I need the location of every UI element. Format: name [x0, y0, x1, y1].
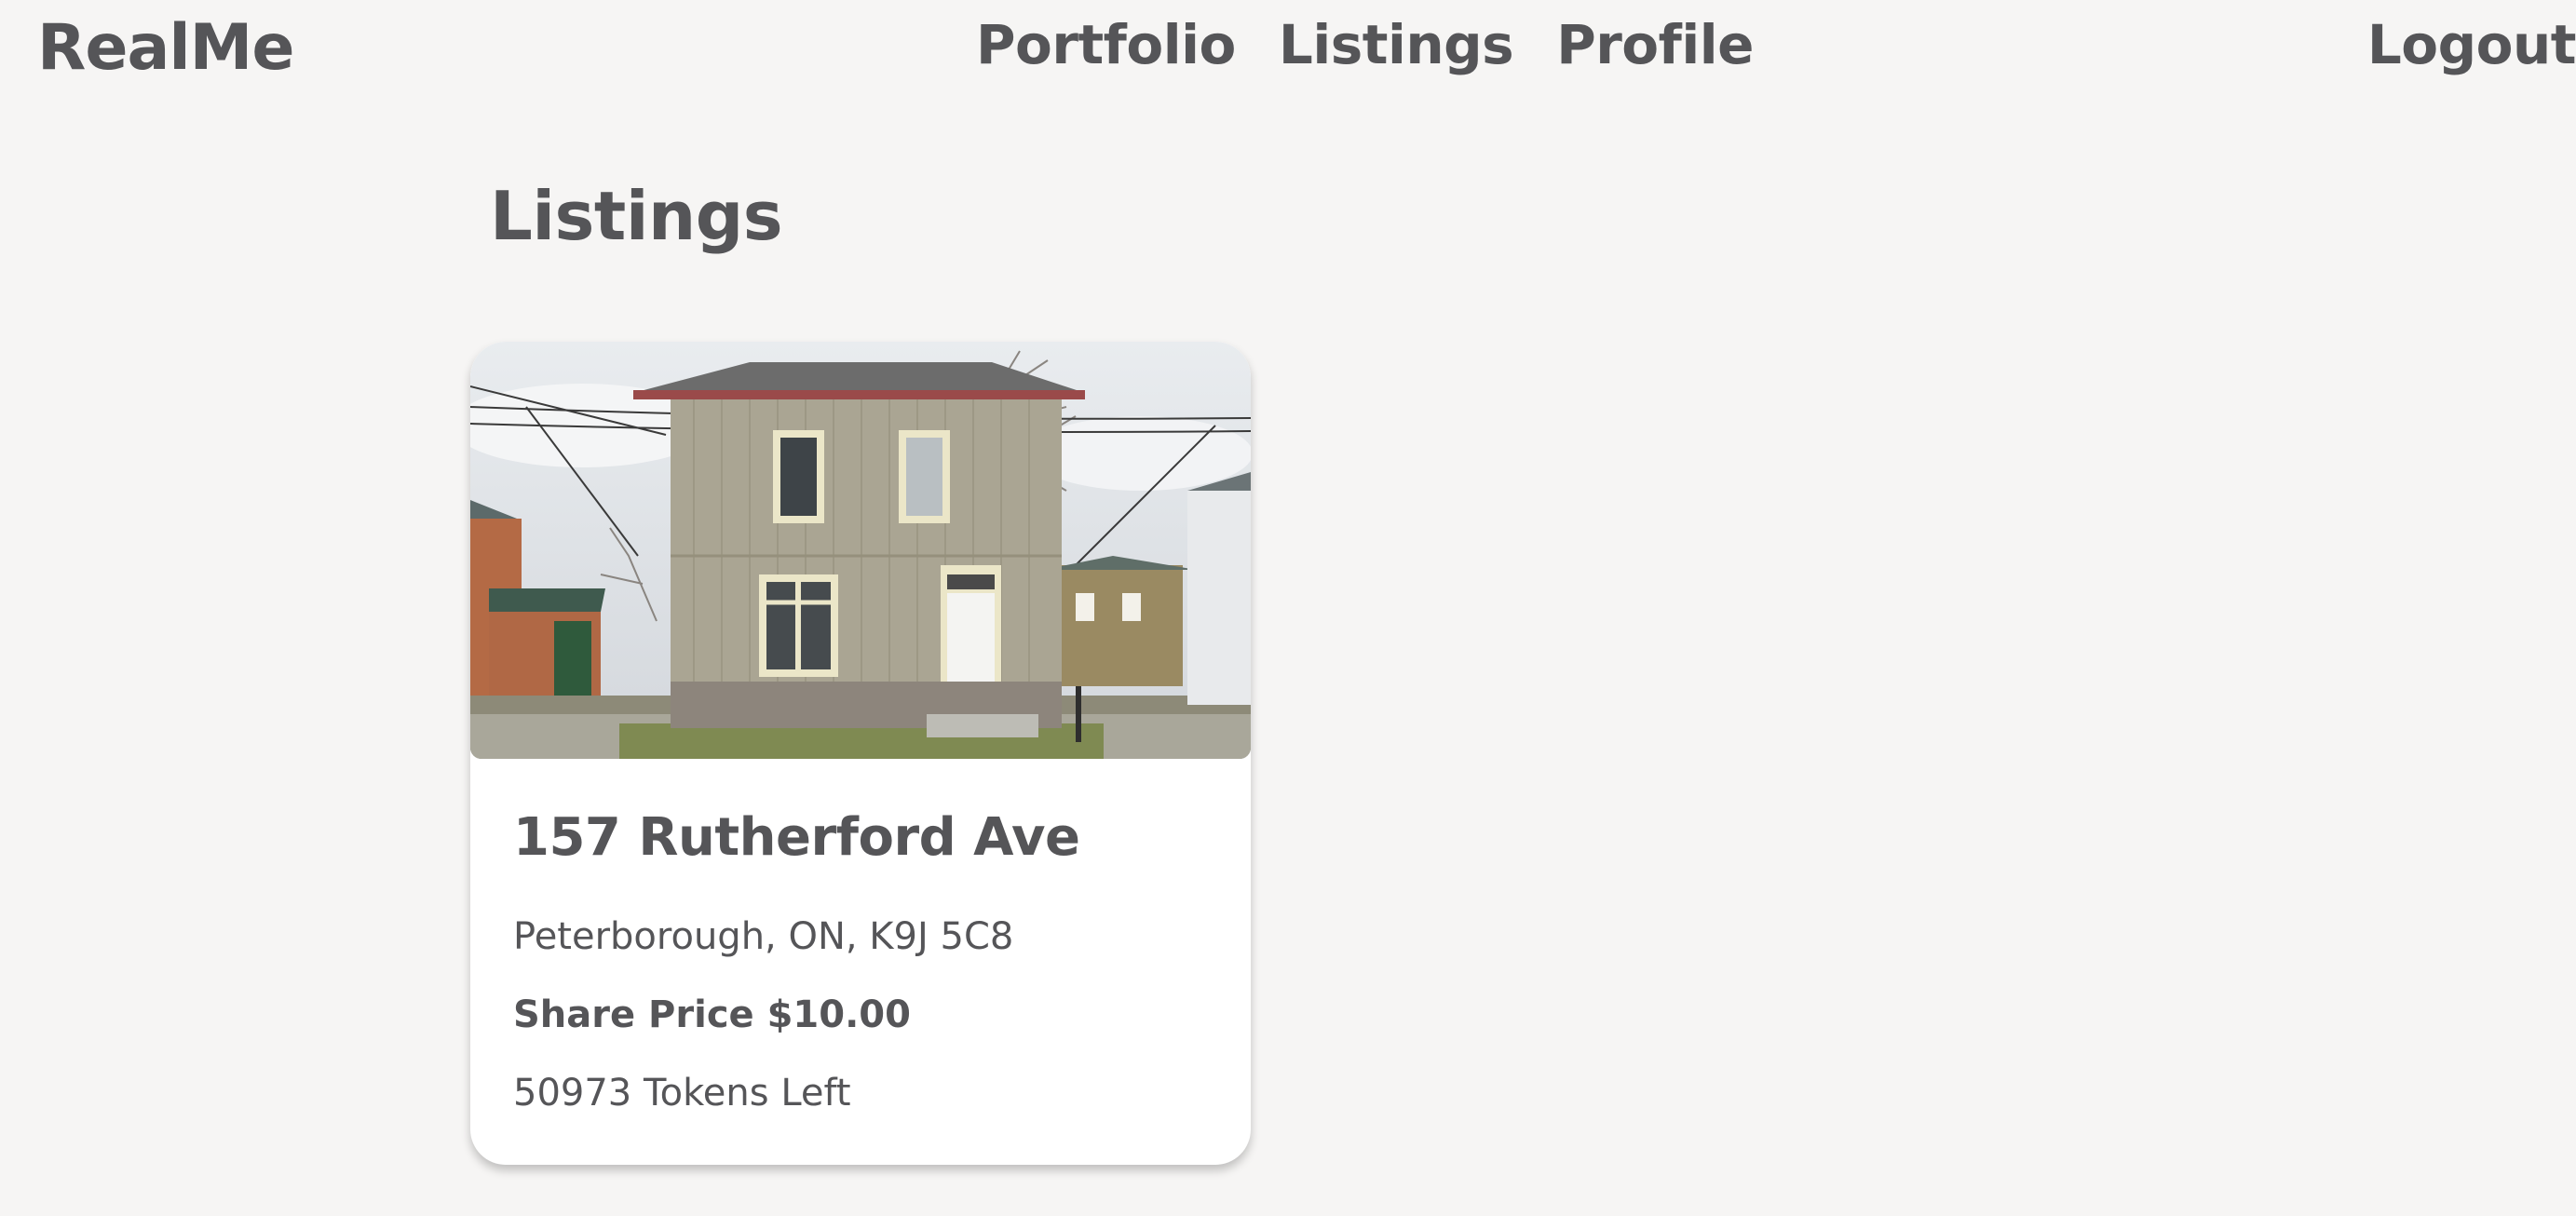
- listing-photo: [470, 342, 1251, 759]
- navbar: RealMe Portfolio Listings Profile Logout: [0, 0, 2576, 93]
- listing-share-price: Share Price $10.00: [513, 993, 911, 1036]
- brand-logo[interactable]: RealMe: [37, 11, 294, 85]
- listing-title: 157 Rutherford Ave: [513, 807, 1080, 868]
- listing-address: Peterborough, ON, K9J 5C8: [513, 915, 1014, 958]
- listing-card[interactable]: 157 Rutherford Ave Peterborough, ON, K9J…: [470, 342, 1251, 1165]
- nav-link-profile[interactable]: Profile: [1556, 13, 1754, 76]
- nav-link-portfolio[interactable]: Portfolio: [976, 13, 1236, 76]
- listing-tokens-left: 50973 Tokens Left: [513, 1072, 851, 1115]
- nav-link-listings[interactable]: Listings: [1279, 13, 1514, 76]
- page-title: Listings: [490, 177, 783, 255]
- logout-link[interactable]: Logout: [2367, 13, 2576, 76]
- nav-links: Portfolio Listings Profile: [976, 13, 1754, 76]
